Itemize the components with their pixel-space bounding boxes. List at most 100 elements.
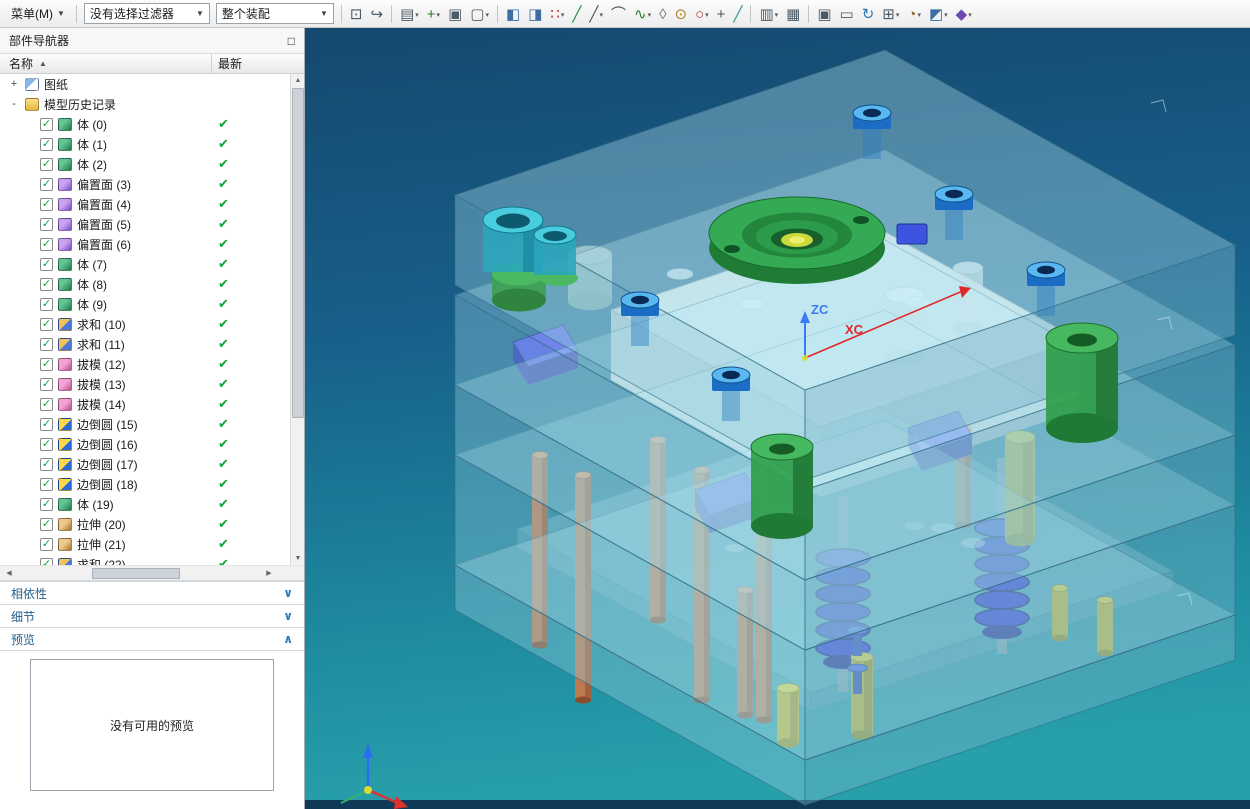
section-dependencies[interactable]: 相依性 ∨ xyxy=(0,581,304,604)
copy-icon[interactable]: ▣ xyxy=(445,2,465,26)
item-checkbox[interactable]: ✓ xyxy=(40,398,53,411)
scroll-right-icon[interactable]: ▶ xyxy=(262,567,276,580)
dropdown-caret-icon[interactable]: ▾ xyxy=(437,6,441,26)
tree-item[interactable]: ✓ 偏置面 (6) ✔ xyxy=(0,234,290,254)
tree-item[interactable]: ✓ 边倒圆 (17) ✔ xyxy=(0,454,290,474)
tree-item[interactable]: ✓ 体 (8) ✔ xyxy=(0,274,290,294)
tree-item[interactable]: ✓ 体 (19) ✔ xyxy=(0,494,290,514)
tree-item[interactable]: ✓ 体 (9) ✔ xyxy=(0,294,290,314)
inclined-line-icon[interactable]: ╱ xyxy=(730,2,745,26)
line-icon[interactable]: ╱▾ xyxy=(586,2,606,26)
point-set-icon[interactable]: ∷▾ xyxy=(547,2,567,26)
tree-vertical-scrollbar[interactable]: ▲ ▼ xyxy=(290,74,304,565)
add-component-icon[interactable]: +▾ xyxy=(424,2,443,26)
tree-item[interactable]: ✓ 拔模 (13) ✔ xyxy=(0,374,290,394)
item-checkbox[interactable]: ✓ xyxy=(40,358,53,371)
section-details[interactable]: 细节 ∨ xyxy=(0,604,304,627)
item-checkbox[interactable]: ✓ xyxy=(40,458,53,471)
tree-item[interactable]: ✓ 拔模 (12) ✔ xyxy=(0,354,290,374)
item-checkbox[interactable]: ✓ xyxy=(40,118,53,131)
item-checkbox[interactable]: ✓ xyxy=(40,338,53,351)
tree-item[interactable]: ✓ 边倒圆 (18) ✔ xyxy=(0,474,290,494)
assembly-scope-dropdown[interactable]: 整个装配 ▼ xyxy=(216,3,334,24)
slide-block[interactable] xyxy=(897,224,927,244)
item-checkbox[interactable]: ✓ xyxy=(40,158,53,171)
tree-item[interactable]: ✓ 拉伸 (20) ✔ xyxy=(0,514,290,534)
tree-item[interactable]: ✓ 求和 (10) ✔ xyxy=(0,314,290,334)
datum-grid-icon[interactable]: ▦ xyxy=(783,2,803,26)
dropdown-caret-icon[interactable]: ▾ xyxy=(415,6,419,26)
scroll-up-icon[interactable]: ▲ xyxy=(291,74,304,87)
tree-item[interactable]: ✓ 拉伸 (21) ✔ xyxy=(0,534,290,554)
tree-item[interactable]: ✓ 求和 (22) ✔ xyxy=(0,554,290,565)
datum-plane-icon[interactable]: ◊ xyxy=(656,2,669,26)
section-preview[interactable]: 预览 ∧ xyxy=(0,627,304,650)
undock-panel-button[interactable]: □ xyxy=(288,34,295,48)
viewport-canvas[interactable]: ZC XC xyxy=(305,28,1250,809)
selection-filter-dropdown[interactable]: 没有选择过滤器 ▼ xyxy=(84,3,210,24)
point-icon[interactable]: + xyxy=(714,2,729,26)
window-cascade-icon[interactable]: ▣ xyxy=(814,2,834,26)
scroll-left-icon[interactable]: ◀ xyxy=(2,567,16,580)
tree-item[interactable]: ✓ 偏置面 (4) ✔ xyxy=(0,194,290,214)
object-display-icon[interactable]: ◔▾ xyxy=(904,2,924,26)
snap-grid-icon[interactable]: ⊞▾ xyxy=(879,2,902,26)
chevron-up-icon[interactable]: ∧ xyxy=(283,632,293,646)
vertical-scrollbar-thumb[interactable] xyxy=(292,88,304,418)
item-checkbox[interactable]: ✓ xyxy=(40,138,53,151)
item-checkbox[interactable]: ✓ xyxy=(40,278,53,291)
tree-item[interactable]: ✓ 边倒圆 (15) ✔ xyxy=(0,414,290,434)
item-checkbox[interactable]: ✓ xyxy=(40,258,53,271)
menu-button[interactable]: 菜单(M) ▼ xyxy=(4,2,72,25)
dropdown-caret-icon[interactable]: ▾ xyxy=(648,6,652,26)
show-display-icon[interactable]: ▭ xyxy=(837,2,857,26)
item-checkbox[interactable]: ✓ xyxy=(40,478,53,491)
item-checkbox[interactable]: ✓ xyxy=(40,218,53,231)
tree-item[interactable]: ✓ 体 (2) ✔ xyxy=(0,154,290,174)
item-checkbox[interactable]: ✓ xyxy=(40,558,53,566)
tree-item[interactable]: ✓ 拔模 (14) ✔ xyxy=(0,394,290,414)
dropdown-caret-icon[interactable]: ▾ xyxy=(485,6,489,26)
item-checkbox[interactable]: ✓ xyxy=(40,298,53,311)
tree-item[interactable]: ✓ 边倒圆 (16) ✔ xyxy=(0,434,290,454)
view-orient-icon[interactable]: ▥▾ xyxy=(756,2,781,26)
block-b-icon[interactable]: ◨ xyxy=(525,2,545,26)
circle-icon[interactable]: ○▾ xyxy=(692,2,712,26)
dropdown-caret-icon[interactable]: ▾ xyxy=(599,6,603,26)
rendering-style-icon[interactable]: ◆▾ xyxy=(953,2,975,26)
item-checkbox[interactable]: ✓ xyxy=(40,178,53,191)
studio-spline-icon[interactable]: ∿▾ xyxy=(631,2,654,26)
dropdown-caret-icon[interactable]: ▾ xyxy=(917,6,921,26)
tree-item[interactable]: ✓ 体 (1) ✔ xyxy=(0,134,290,154)
dialog-window-icon[interactable]: ▤▾ xyxy=(397,2,422,26)
dropdown-caret-icon[interactable]: ▾ xyxy=(896,6,900,26)
item-checkbox[interactable]: ✓ xyxy=(40,238,53,251)
block-a-icon[interactable]: ◧ xyxy=(503,2,523,26)
item-checkbox[interactable]: ✓ xyxy=(40,378,53,391)
column-name-header[interactable]: 名称 ▲ xyxy=(0,54,212,73)
item-checkbox[interactable]: ✓ xyxy=(40,518,53,531)
snap-point-icon[interactable]: ⊡ xyxy=(347,2,366,26)
tree-item[interactable]: ✓ 体 (7) ✔ xyxy=(0,254,290,274)
tree-item[interactable]: + 图纸 xyxy=(0,74,290,94)
shaded-view-icon[interactable]: ◩▾ xyxy=(926,2,951,26)
tree-item[interactable]: ✓ 体 (0) ✔ xyxy=(0,114,290,134)
dropdown-caret-icon[interactable]: ▾ xyxy=(944,6,948,26)
item-checkbox[interactable]: ✓ xyxy=(40,318,53,331)
tree-item[interactable]: ✓ 求和 (11) ✔ xyxy=(0,334,290,354)
redo-arrow-icon[interactable]: ↪ xyxy=(368,2,387,26)
item-checkbox[interactable]: ✓ xyxy=(40,438,53,451)
selection-rectangle-icon[interactable]: ▢▾ xyxy=(467,2,492,26)
tree-horizontal-scrollbar[interactable]: ◀ ▶ xyxy=(0,566,304,581)
dropdown-caret-icon[interactable]: ▾ xyxy=(705,6,709,26)
dropdown-caret-icon[interactable]: ▾ xyxy=(561,6,565,26)
scroll-down-icon[interactable]: ▼ xyxy=(291,552,304,565)
graphics-viewport[interactable]: ZC XC xyxy=(305,28,1250,809)
line-sketch-icon[interactable]: ╱ xyxy=(569,2,584,26)
item-checkbox[interactable]: ✓ xyxy=(40,498,53,511)
item-checkbox[interactable]: ✓ xyxy=(40,538,53,551)
datum-axis-icon[interactable]: ⊙ xyxy=(672,2,691,26)
item-checkbox[interactable]: ✓ xyxy=(40,418,53,431)
chevron-down-icon[interactable]: ∨ xyxy=(283,586,293,600)
chevron-down-icon[interactable]: ∨ xyxy=(283,609,293,623)
